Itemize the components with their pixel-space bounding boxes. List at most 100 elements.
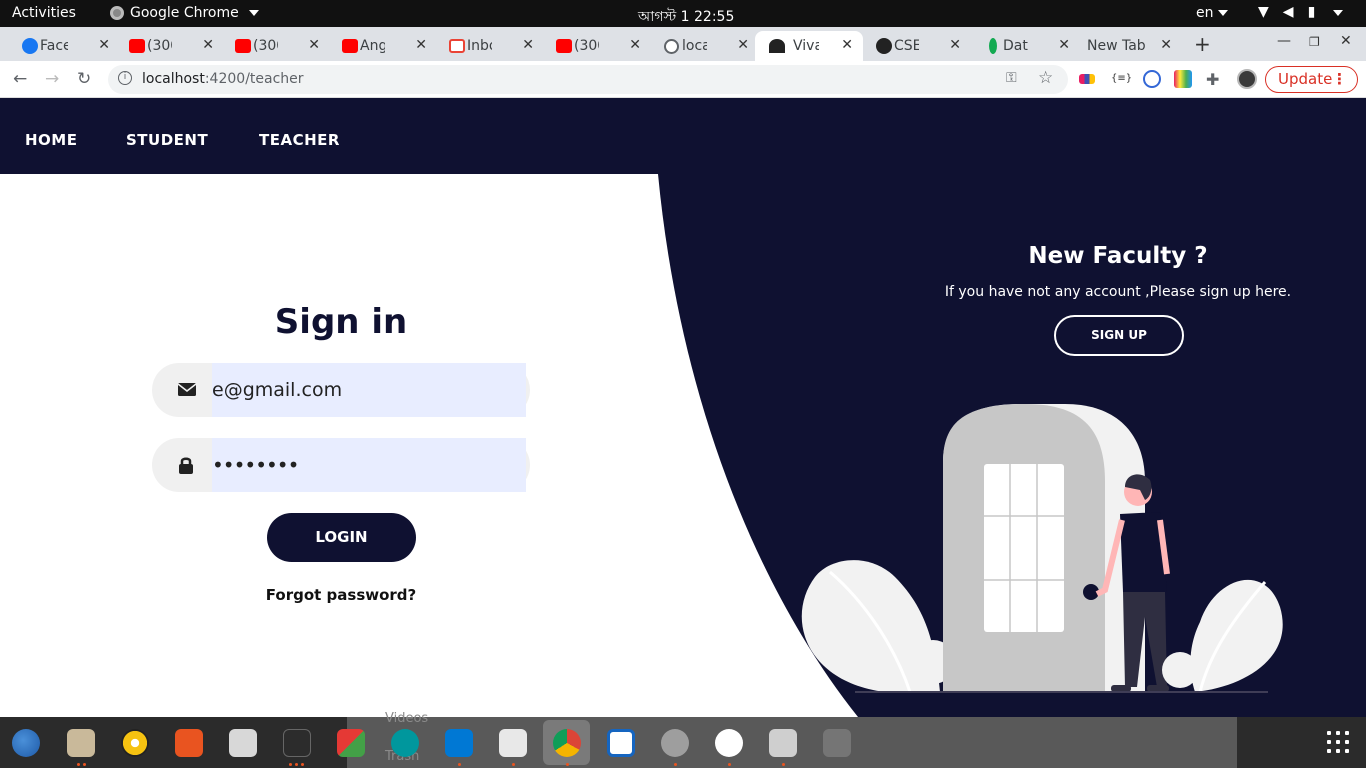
key-icon[interactable]: ⚿ — [1006, 70, 1017, 86]
close-icon[interactable]: ✕ — [308, 37, 320, 53]
terminal-icon[interactable] — [283, 729, 311, 757]
chrome-icon — [110, 6, 124, 20]
close-icon[interactable]: ✕ — [1160, 37, 1172, 53]
app-menu[interactable]: Google Chrome — [110, 5, 259, 21]
running-indicator — [782, 763, 785, 766]
running-indicator — [289, 763, 292, 766]
running-indicator — [566, 763, 569, 766]
envelope-icon — [178, 383, 196, 396]
files-icon[interactable] — [67, 729, 95, 757]
tab-label: (300) N — [253, 38, 278, 54]
password-input[interactable]: •••••••• — [212, 438, 526, 492]
running-indicator — [295, 763, 298, 766]
address-bar[interactable]: i localhost:4200/teacher ⚿ ☆ — [108, 65, 1068, 94]
email-field[interactable]: e@gmail.com — [152, 363, 530, 417]
disk-icon[interactable] — [823, 729, 851, 757]
tab-github[interactable]: CSE-4 ✕ — [874, 31, 963, 61]
gmail-icon — [449, 39, 465, 53]
close-icon[interactable]: ✕ — [1058, 37, 1070, 53]
tab-newtab[interactable]: New Tab ✕ — [1085, 31, 1174, 61]
tab-label: New Tab — [1087, 38, 1146, 54]
close-icon[interactable]: ✕ — [98, 37, 110, 53]
tab-label: (300) F — [147, 38, 172, 54]
running-indicator — [83, 763, 86, 766]
forgot-password-link[interactable]: Forgot password? — [240, 586, 442, 604]
nav-home[interactable]: HOME — [25, 131, 77, 149]
youtube-icon — [129, 39, 145, 53]
tab-youtube-1[interactable]: (300) F ✕ — [127, 31, 216, 61]
color-extension-icon[interactable] — [1174, 70, 1192, 88]
tab-angular[interactable]: Angul ✕ — [340, 31, 429, 61]
extension-icon[interactable] — [1079, 74, 1095, 84]
puzzle-icon[interactable]: ✚ — [1206, 70, 1224, 89]
password-field[interactable]: •••••••• — [152, 438, 530, 492]
tab-database[interactable]: Datab ✕ — [983, 31, 1072, 61]
close-icon[interactable]: ✕ — [522, 37, 534, 53]
tab-facebook[interactable]: Facebo ✕ — [20, 31, 112, 61]
nav-student[interactable]: STUDENT — [126, 131, 208, 149]
software-center-icon[interactable] — [175, 729, 203, 757]
screenshot-icon[interactable] — [229, 729, 257, 757]
youtube-icon — [342, 39, 358, 53]
battery-icon: ▮ — [1307, 4, 1316, 20]
close-window-button[interactable]: ✕ — [1340, 33, 1352, 49]
system-tray[interactable]: ▼ ◀ ▮ — [1258, 4, 1344, 20]
signup-button[interactable]: SIGN UP — [1054, 315, 1184, 356]
close-icon[interactable]: ✕ — [629, 37, 641, 53]
email-input[interactable]: e@gmail.com — [212, 363, 526, 417]
json-extension-icon[interactable]: {≡} — [1111, 70, 1132, 88]
minimize-button[interactable]: — — [1277, 33, 1291, 49]
close-icon[interactable]: ✕ — [949, 37, 961, 53]
mongodb-compass-icon[interactable] — [715, 729, 743, 757]
writer-icon[interactable] — [607, 729, 635, 757]
close-icon[interactable]: ✕ — [841, 37, 853, 53]
close-icon[interactable]: ✕ — [415, 37, 427, 53]
image-viewer-icon[interactable] — [769, 729, 797, 757]
star-icon[interactable]: ☆ — [1038, 68, 1053, 88]
text-editor-icon[interactable] — [499, 729, 527, 757]
nav-teacher[interactable]: TEACHER — [259, 131, 340, 149]
volume-icon: ◀ — [1282, 4, 1294, 20]
tab-vivaexam[interactable]: VivaE ✕ — [755, 31, 863, 61]
tab-gmail[interactable]: Inbox ✕ — [447, 31, 536, 61]
login-button[interactable]: LOGIN — [267, 513, 416, 562]
activities-button[interactable]: Activities — [12, 5, 76, 21]
app-icon — [769, 39, 785, 53]
running-indicator — [728, 763, 731, 766]
tab-label: localh — [682, 38, 707, 54]
youtube-icon — [556, 39, 572, 53]
close-icon[interactable]: ✕ — [737, 37, 749, 53]
door-person-illustration — [801, 404, 1283, 693]
back-button[interactable]: ← — [13, 69, 27, 89]
more-icon: ⋮ — [1332, 70, 1347, 88]
maximize-button[interactable]: ❐ — [1309, 35, 1320, 49]
wifi-icon: ▼ — [1258, 4, 1269, 20]
chevron-down-icon — [248, 10, 259, 16]
thunderbird-icon[interactable] — [12, 729, 40, 757]
info-icon[interactable]: i — [118, 71, 132, 85]
show-applications-icon[interactable] — [1327, 731, 1349, 753]
update-button[interactable]: Update ⋮ — [1265, 66, 1358, 93]
reload-button[interactable]: ↻ — [77, 69, 91, 89]
language-indicator[interactable]: en — [1196, 5, 1228, 21]
chevron-down-icon — [1333, 10, 1344, 16]
close-icon[interactable]: ✕ — [202, 37, 214, 53]
chevron-down-icon — [1217, 10, 1228, 16]
game-icon[interactable] — [337, 729, 365, 757]
chrome-icon[interactable] — [553, 729, 581, 757]
extension-icon[interactable] — [1143, 70, 1161, 88]
language-label: en — [1196, 5, 1214, 21]
tab-youtube-3[interactable]: (300) v ✕ — [554, 31, 643, 61]
new-tab-button[interactable]: + — [1194, 32, 1211, 56]
rhythmbox-icon[interactable] — [121, 729, 149, 757]
settings-icon[interactable] — [661, 729, 689, 757]
tab-youtube-2[interactable]: (300) N ✕ — [233, 31, 322, 61]
tab-localhost[interactable]: localh ✕ — [662, 31, 751, 61]
app-menu-label: Google Chrome — [130, 5, 239, 21]
clock[interactable]: আগস্ট 1 22:55 — [638, 5, 734, 29]
url-path: :4200/teacher — [204, 71, 304, 87]
avatar[interactable] — [1237, 69, 1257, 89]
vscode-icon[interactable] — [445, 729, 473, 757]
arduino-icon[interactable] — [391, 729, 419, 757]
forward-button[interactable]: → — [45, 69, 59, 89]
